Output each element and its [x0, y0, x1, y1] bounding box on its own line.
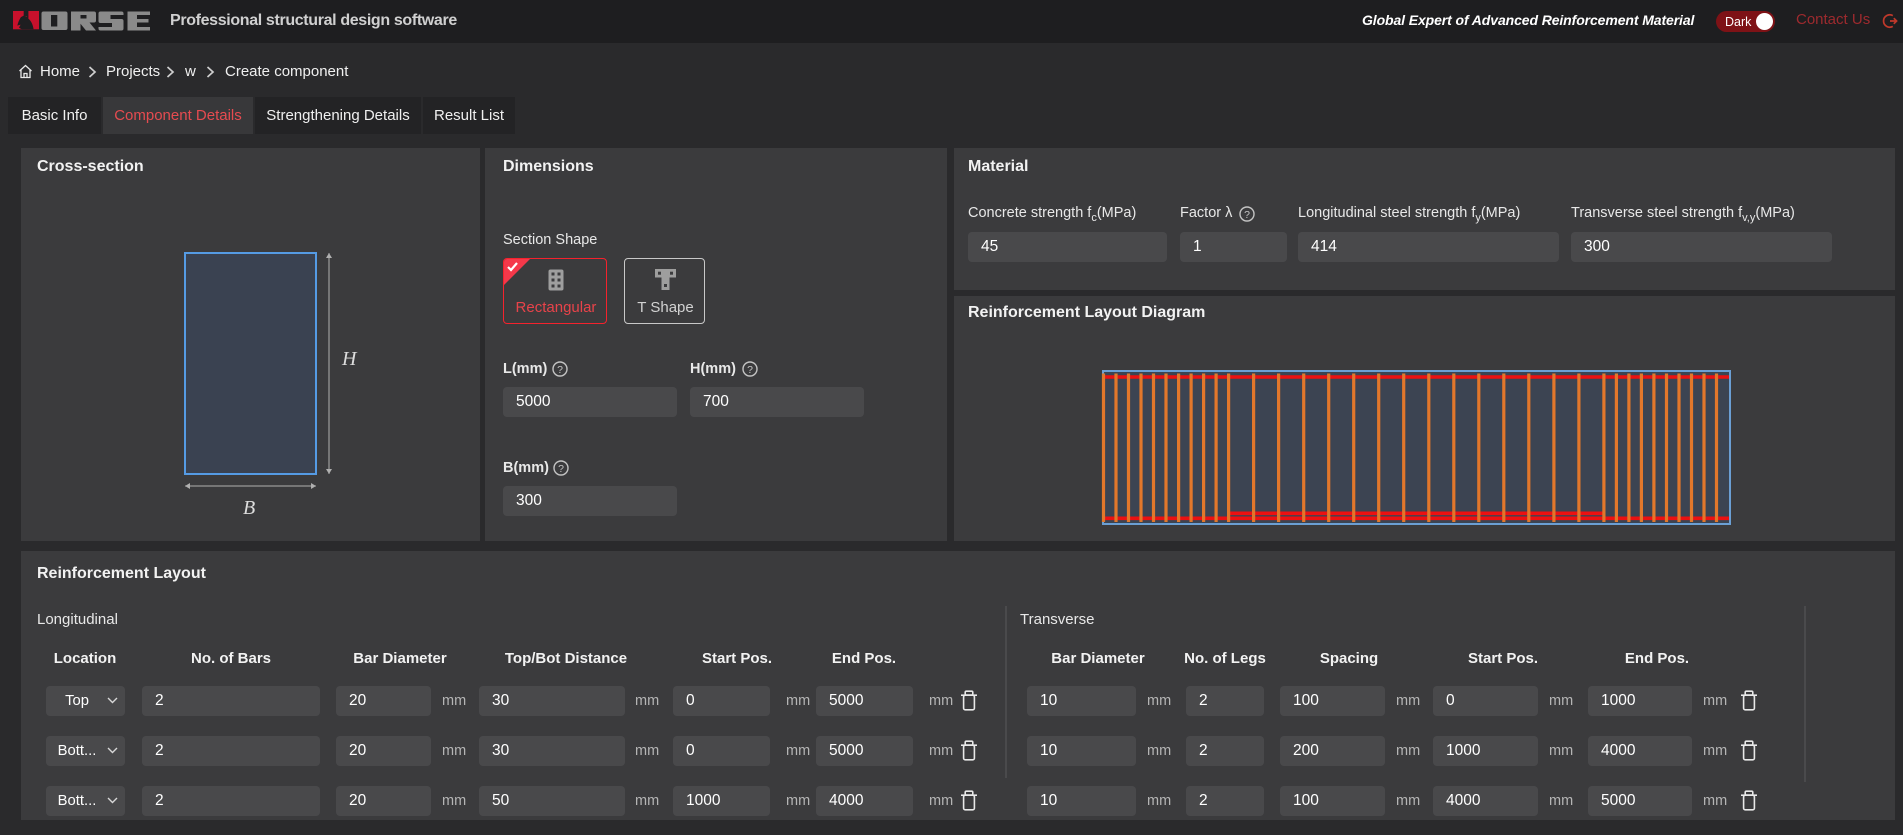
svg-text:?: ? — [747, 364, 753, 376]
svg-text:H: H — [341, 348, 358, 370]
svg-text:?: ? — [557, 364, 563, 376]
svg-text:B: B — [243, 497, 255, 519]
svg-text:?: ? — [558, 463, 564, 475]
svg-text:?: ? — [1244, 209, 1250, 221]
